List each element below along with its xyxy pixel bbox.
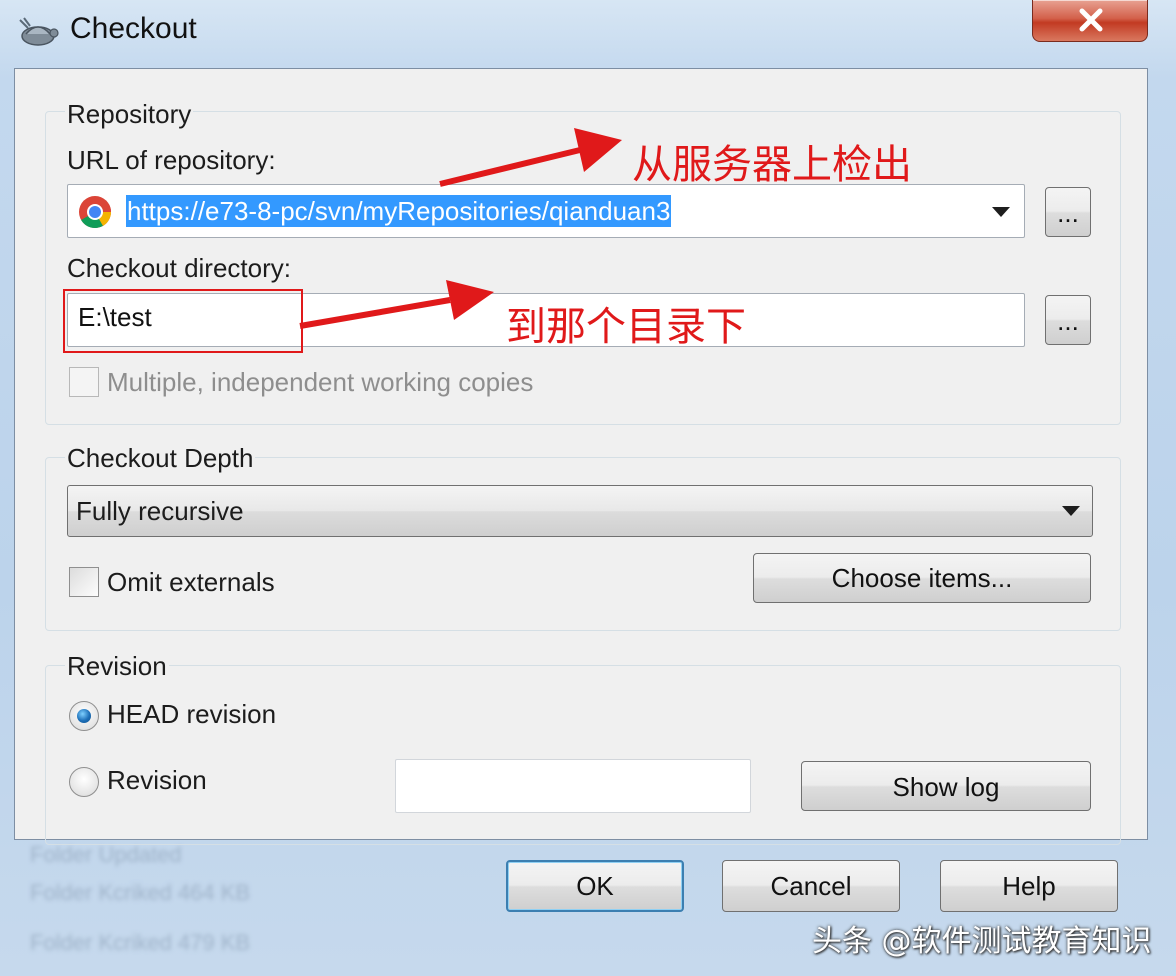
annotation-arrows (299, 128, 622, 329)
watermark: 头条 @软件测试教育知识 (812, 924, 1152, 959)
window-frame: Checkout Folder Updated Folder Kcriked 4… (0, 0, 1176, 976)
annotation-directory-note: 到那个目录下 (506, 304, 746, 350)
cancel-button[interactable]: Cancel (722, 860, 900, 912)
ok-button[interactable]: OK (506, 860, 684, 912)
annotation-url-note: 从服务器上检出 (632, 142, 912, 188)
help-button[interactable]: Help (940, 860, 1118, 912)
